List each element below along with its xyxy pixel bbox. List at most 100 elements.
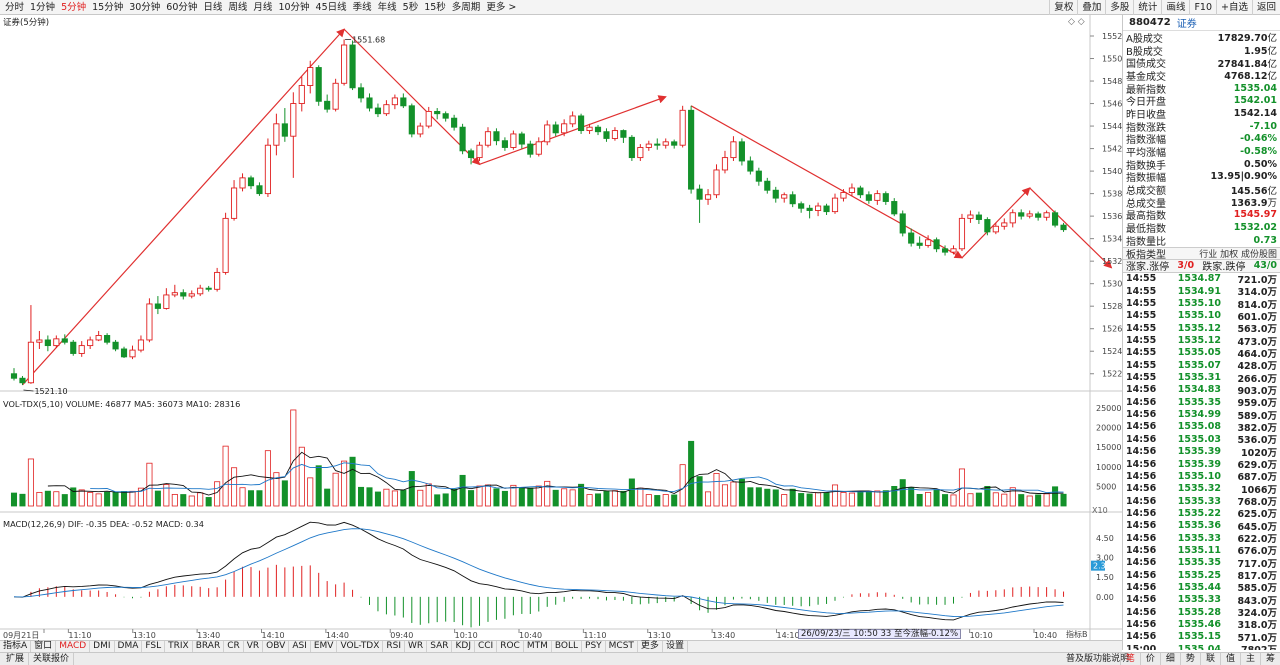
- tick-price: 1535.39: [1177, 446, 1221, 458]
- indicator-tab[interactable]: RSI: [383, 641, 406, 652]
- indicator-tab[interactable]: EMV: [311, 641, 338, 652]
- toolbar-button[interactable]: 叠加: [1077, 0, 1105, 15]
- candle-up: [831, 197, 839, 213]
- candle-down: [984, 219, 991, 233]
- candle-up: [713, 169, 720, 196]
- period-tab[interactable]: 多周期: [449, 0, 484, 15]
- indicator-tab[interactable]: ROC: [497, 641, 524, 652]
- stat-value: -0.58%: [1240, 146, 1277, 158]
- indicator-tab[interactable]: BOLL: [552, 641, 583, 652]
- tick-price: 1534.99: [1177, 409, 1221, 421]
- indicator-tab[interactable]: ASI: [289, 641, 311, 652]
- indicator-tab[interactable]: SAR: [427, 641, 453, 652]
- toolbar-button[interactable]: 复权: [1049, 0, 1077, 15]
- volume-bar-down: [180, 494, 187, 507]
- index-name[interactable]: 证券: [1177, 15, 1197, 30]
- period-tab[interactable]: 周线: [225, 0, 250, 15]
- candle-down: [70, 341, 77, 354]
- candle-up: [544, 124, 551, 143]
- candle-up: [721, 157, 729, 171]
- status-tab[interactable]: 主: [1239, 653, 1260, 665]
- status-tab[interactable]: 细: [1159, 653, 1180, 665]
- period-tab[interactable]: 季线: [350, 0, 375, 15]
- candle-up: [27, 341, 35, 384]
- period-tab[interactable]: 月线: [250, 0, 275, 15]
- tick-price: 1535.05: [1177, 347, 1221, 359]
- status-button[interactable]: 关联报价: [29, 653, 75, 665]
- indicator-tab[interactable]: BRAR: [193, 641, 225, 652]
- status-button[interactable]: 扩展: [2, 653, 30, 665]
- status-tab[interactable]: 笔: [1119, 653, 1140, 665]
- period-tab[interactable]: 年线: [375, 0, 400, 15]
- tick-time: 14:56: [1126, 384, 1157, 396]
- toolbar-button[interactable]: 返回: [1251, 0, 1280, 15]
- indicator-tab[interactable]: OBV: [263, 641, 290, 652]
- tick-list[interactable]: 14:55 1534.87 721.0万 14:55 1534.91 314.0万 14:5…: [1123, 273, 1280, 650]
- toolbar-button[interactable]: 统计: [1133, 0, 1161, 15]
- indicator-tab[interactable]: VR: [244, 641, 264, 652]
- indicator-tab[interactable]: MTM: [524, 641, 552, 652]
- indicator-tab[interactable]: 窗口: [31, 641, 57, 652]
- candle-down: [44, 339, 51, 347]
- period-tab[interactable]: 15秒: [421, 0, 449, 15]
- period-tab[interactable]: 5秒: [400, 0, 422, 15]
- toolbar-button[interactable]: 多股: [1105, 0, 1133, 15]
- chart-title: 证券(5分钟): [3, 17, 49, 28]
- tick-row: 14:56 1535.25 817.0万: [1123, 569, 1280, 583]
- indicator-tab[interactable]: CCI: [475, 641, 498, 652]
- tick-row: 14:56 1535.10 687.0万: [1123, 470, 1280, 484]
- tick-volume: 7802万: [1221, 642, 1280, 650]
- indicator-tab[interactable]: KDJ: [452, 641, 475, 652]
- candle-up: [417, 125, 424, 135]
- period-tab[interactable]: 60分钟: [163, 0, 200, 15]
- candle-up: [484, 131, 492, 146]
- indicator-tab[interactable]: 设置: [663, 641, 688, 652]
- macd-label: MACD(12,26,9) DIF: -0.35 DEA: -0.52 MACD…: [3, 519, 204, 529]
- period-tab[interactable]: 15分钟: [89, 0, 126, 15]
- stat-value: 13.95|0.90%: [1210, 171, 1277, 183]
- status-bar: 扩展 关联报价 普及版功能说明 笔价细势联值主筹: [0, 652, 1280, 665]
- volume-bar-down: [358, 486, 365, 507]
- status-tab[interactable]: 值: [1219, 653, 1240, 665]
- indicator-tab[interactable]: DMI: [90, 641, 115, 652]
- indicator-tab[interactable]: PSY: [582, 641, 606, 652]
- candle-up: [87, 339, 94, 347]
- tick-time: 14:56: [1126, 470, 1157, 482]
- period-tab[interactable]: 更多 >: [483, 0, 519, 15]
- status-tab[interactable]: 联: [1199, 653, 1220, 665]
- candle-down: [552, 124, 559, 134]
- period-tab[interactable]: 30分钟: [126, 0, 163, 15]
- indicator-tab[interactable]: 更多: [638, 641, 663, 652]
- volume-bar-down: [400, 489, 407, 507]
- candle-down: [19, 377, 26, 384]
- indicator-tab[interactable]: MACD: [56, 641, 91, 652]
- indicator-tab[interactable]: MCST: [606, 641, 638, 652]
- status-tab[interactable]: 价: [1139, 653, 1160, 665]
- status-tab[interactable]: 势: [1179, 653, 1200, 665]
- indicator-tab[interactable]: WR: [405, 641, 428, 652]
- panel-b-label: 指标B: [1066, 629, 1088, 639]
- price-axis-label: 1550: [1102, 55, 1122, 64]
- indicator-tab[interactable]: VOL-TDX: [337, 641, 384, 652]
- indicator-tab[interactable]: FSL: [142, 641, 166, 652]
- volume-bar-down: [324, 488, 331, 507]
- period-tab[interactable]: 45日线: [313, 0, 350, 15]
- toolbar-button[interactable]: F10: [1189, 0, 1216, 15]
- tick-time: 14:56: [1126, 557, 1157, 569]
- indicator-tab[interactable]: CR: [224, 641, 244, 652]
- status-tab[interactable]: 筹: [1259, 653, 1280, 665]
- period-tab[interactable]: 分时: [2, 0, 27, 15]
- period-tab[interactable]: 5分钟: [58, 0, 89, 15]
- indicator-tab[interactable]: DMA: [115, 641, 143, 652]
- kline-chart[interactable]: 1552 1550 1548 1546 1544 1542 1540 1538 1536 1534…: [0, 15, 1122, 640]
- toolbar-button[interactable]: +自选: [1216, 0, 1252, 15]
- period-tab[interactable]: 日线: [200, 0, 225, 15]
- period-tab[interactable]: 1分钟: [27, 0, 58, 15]
- toolbar-button[interactable]: 画线: [1161, 0, 1189, 15]
- stat-value: 1363.9万: [1230, 198, 1277, 210]
- period-tab[interactable]: 10分钟: [275, 0, 312, 15]
- volume-bar-up: [341, 460, 348, 507]
- indicator-tab[interactable]: 指标A: [0, 641, 32, 652]
- volume-bar-up: [214, 481, 221, 507]
- indicator-tab[interactable]: TRIX: [165, 641, 193, 652]
